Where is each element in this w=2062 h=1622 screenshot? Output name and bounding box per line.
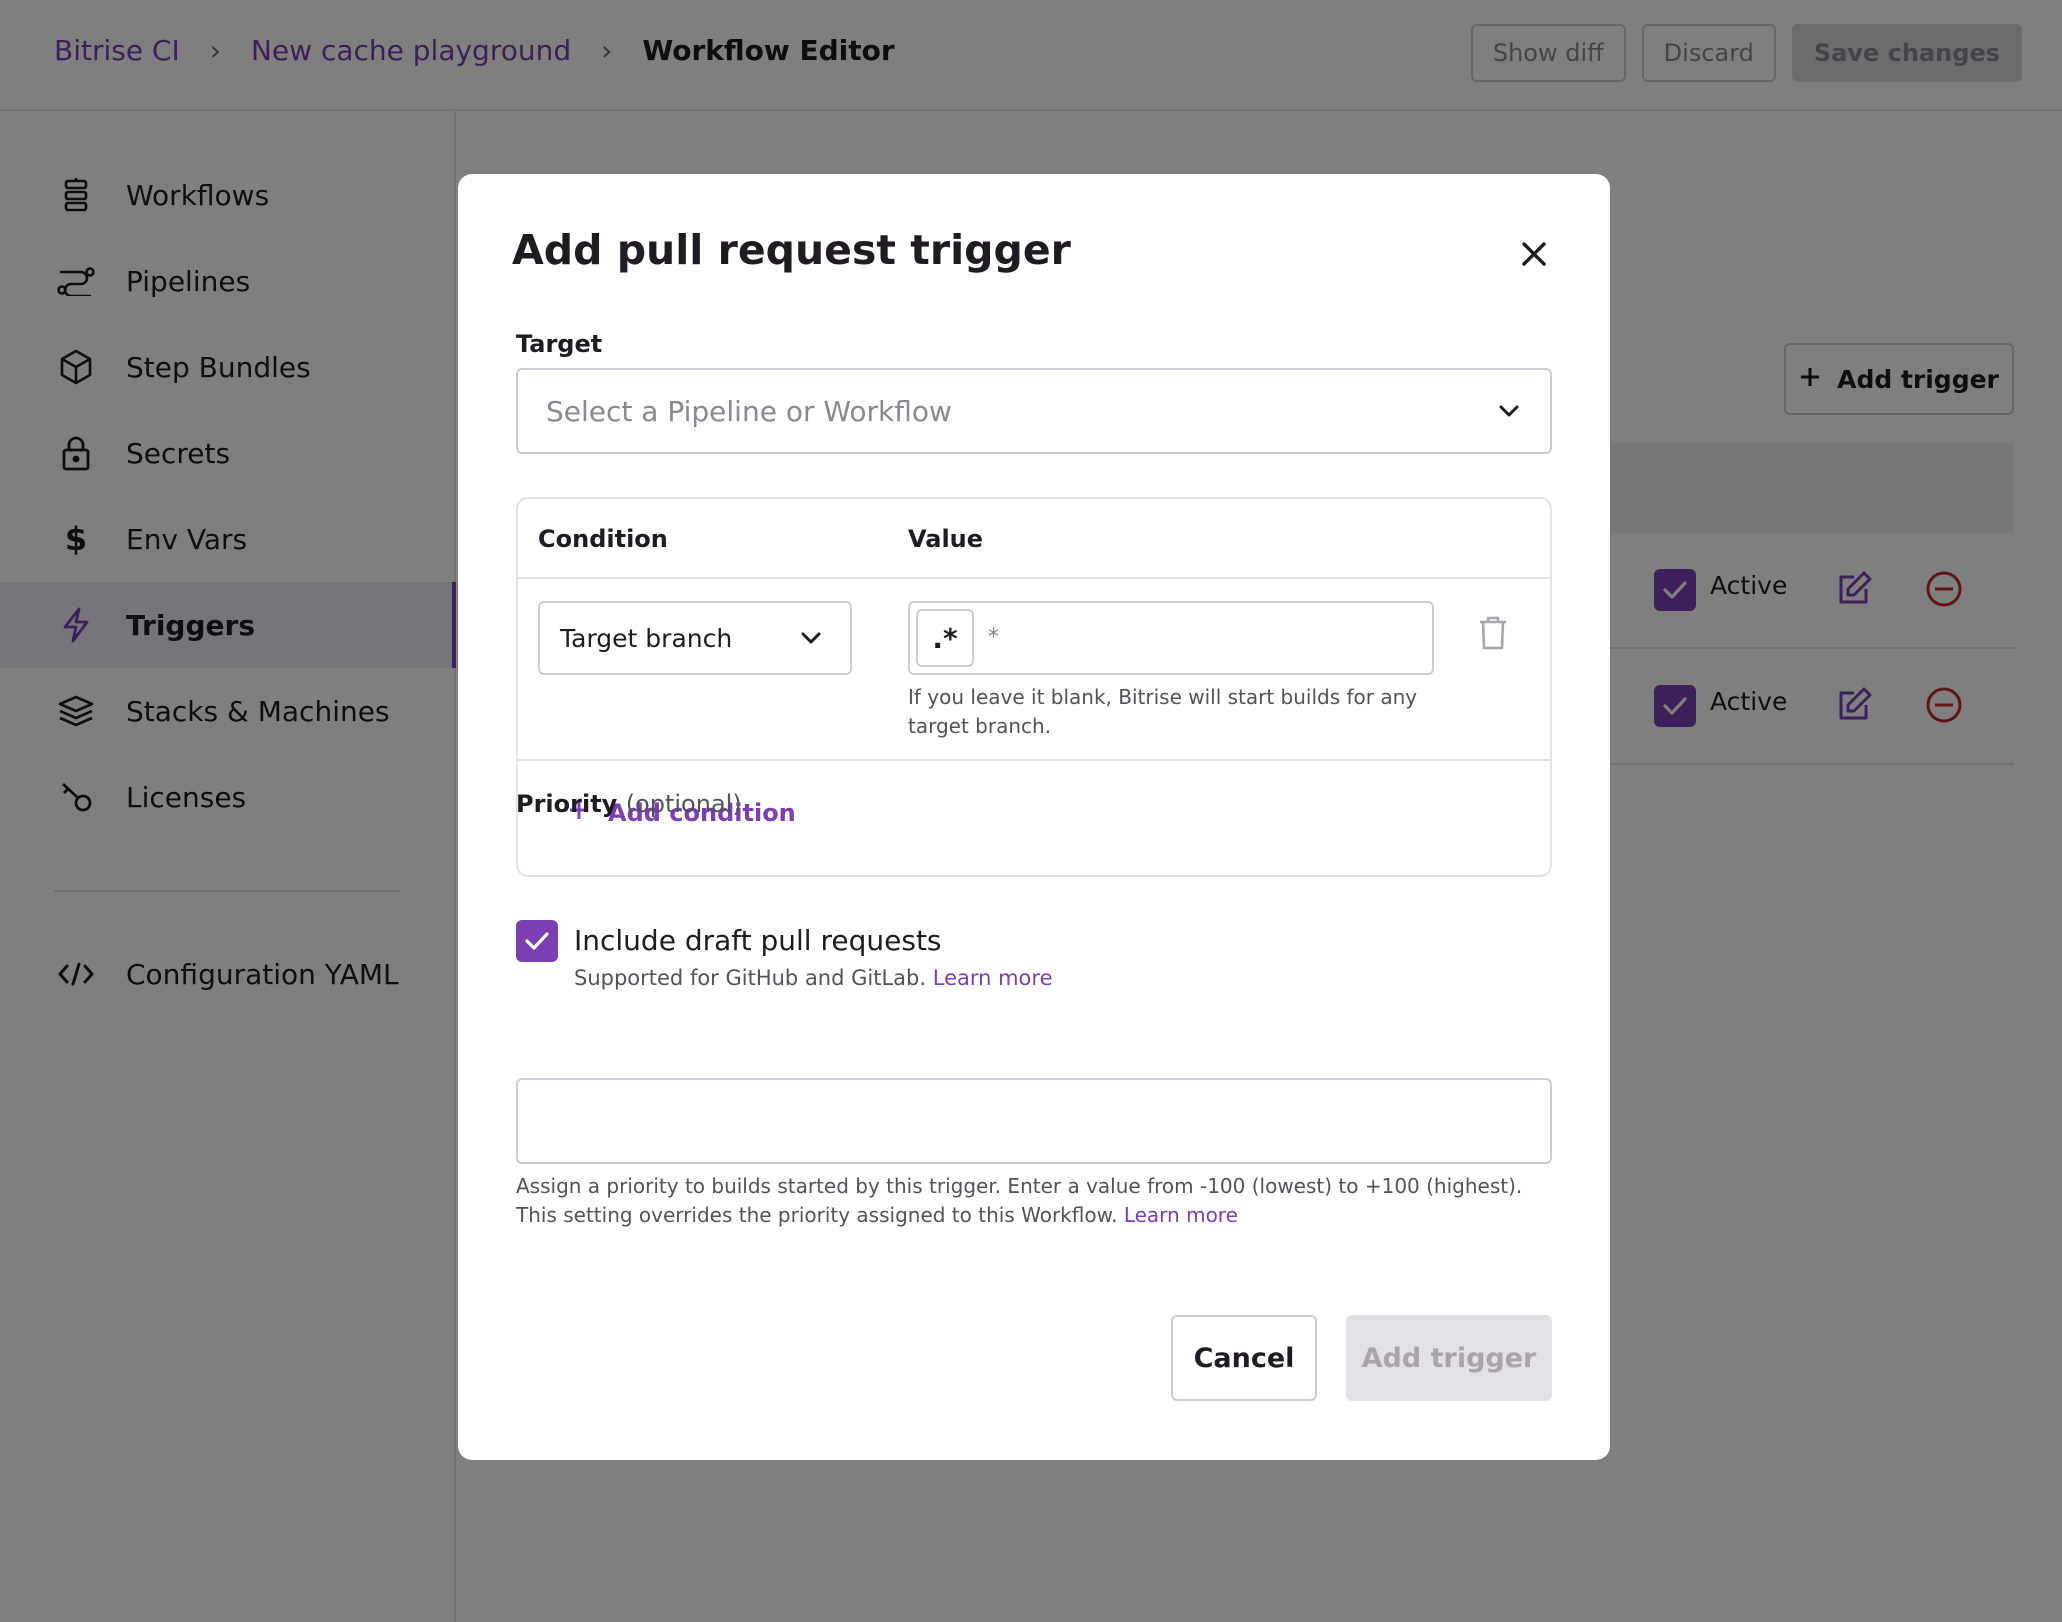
regex-toggle-button[interactable]: .* — [916, 609, 974, 667]
trash-icon[interactable] — [1478, 615, 1508, 655]
target-label: Target — [516, 330, 603, 358]
include-draft-label[interactable]: Include draft pull requests — [574, 924, 942, 957]
priority-input[interactable] — [516, 1078, 1552, 1164]
conditions-table-header: Condition Value — [518, 499, 1550, 579]
priority-learn-more-link[interactable]: Learn more — [1124, 1203, 1238, 1227]
condition-type-select[interactable]: Target branch — [538, 601, 852, 675]
value-column-header: Value — [908, 525, 984, 553]
regex-toggle-label: .* — [932, 621, 958, 655]
condition-column-header: Condition — [538, 525, 668, 553]
priority-optional-text: (optional) — [625, 790, 742, 818]
draft-learn-more-link[interactable]: Learn more — [933, 966, 1053, 990]
chevron-down-icon — [798, 625, 824, 657]
priority-help: Assign a priority to builds started by t… — [516, 1172, 1556, 1230]
dialog-title: Add pull request trigger — [512, 226, 1071, 274]
cancel-button[interactable]: Cancel — [1171, 1315, 1317, 1401]
value-help-text: If you leave it blank, Bitrise will star… — [908, 685, 1418, 738]
conditions-table: Condition Value Target branch .* * If yo… — [516, 497, 1552, 877]
value-placeholder: * — [988, 625, 999, 650]
add-trigger-button[interactable]: Add trigger — [1346, 1315, 1552, 1401]
priority-help-text: Assign a priority to builds started by t… — [516, 1174, 1523, 1227]
target-select[interactable]: Select a Pipeline or Workflow — [516, 368, 1552, 454]
include-draft-help: Supported for GitHub and GitLab. Learn m… — [574, 966, 1053, 990]
include-draft-checkbox[interactable] — [516, 920, 558, 962]
condition-row: Target branch .* * If you leave it blank… — [518, 579, 1550, 761]
chevron-down-icon — [1496, 398, 1522, 431]
priority-label: Priority (optional) — [516, 790, 742, 818]
add-pr-trigger-dialog: Add pull request trigger Target Select a… — [458, 174, 1610, 1460]
condition-type-value: Target branch — [560, 623, 733, 653]
target-placeholder: Select a Pipeline or Workflow — [546, 394, 952, 428]
close-icon[interactable] — [1512, 232, 1556, 276]
draft-help-text: Supported for GitHub and GitLab. — [574, 966, 927, 990]
priority-label-text: Priority — [516, 790, 618, 818]
condition-value-input[interactable]: .* * — [908, 601, 1434, 675]
